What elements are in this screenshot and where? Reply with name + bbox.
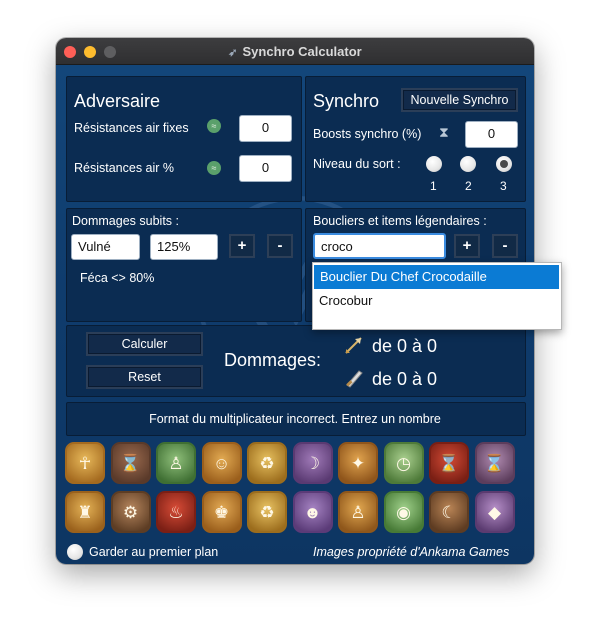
window-title: Synchro Calculator [242, 44, 362, 59]
hourglass-red-glyph: ⌛ [438, 454, 460, 473]
damage-percent-input[interactable]: 125% [150, 234, 218, 260]
crystal-glyph: ◆ [487, 503, 502, 522]
window-title-wrap: ➶ Synchro Calculator [56, 44, 534, 59]
recycle-tile-icon-2[interactable]: ♻ [247, 491, 287, 533]
spell-level-label: Niveau du sort : [313, 157, 401, 171]
suggestion-item[interactable]: Bouclier Du Chef Crocodaille [314, 265, 559, 289]
crystal-tile-icon[interactable]: ◆ [474, 491, 515, 533]
ranged-damage-result: de 0 à 0 [372, 336, 438, 356]
damages-taken-label: Dommages subits : [72, 214, 179, 228]
new-synchro-button[interactable]: Nouvelle Synchro [401, 88, 518, 112]
dash-glyph: ☽ [304, 454, 321, 473]
air-element-icon-2: ≈ [207, 161, 221, 175]
app-icon: ➶ [228, 47, 238, 59]
hourglass-glyph: ⌛ [119, 454, 142, 473]
figure-2-glyph: ♙ [350, 503, 366, 522]
adversaire-heading: Adversaire [74, 91, 161, 111]
person-tile-icon[interactable]: ♙ [156, 442, 196, 484]
shield-suggestions-dropdown: Bouclier Du Chef Crocodaille Crocobur [312, 262, 562, 330]
orb-glyph: ◉ [396, 503, 411, 522]
moon-glyph: ☾ [441, 503, 457, 522]
level-2-radio[interactable] [460, 156, 476, 172]
figure-glyph: ☺ [212, 454, 231, 473]
sword-icon [346, 370, 363, 388]
level-1-label: 1 [430, 179, 437, 193]
recycle-2-glyph: ♻ [259, 503, 275, 522]
title-bar: ➶ Synchro Calculator [56, 38, 534, 65]
calculate-button[interactable]: Calculer [86, 332, 203, 356]
damage-type-input[interactable]: Vulné [71, 234, 140, 260]
damage-entry[interactable]: Féca <> 80% [80, 271, 154, 285]
gear-tile-icon[interactable]: ⚙ [110, 491, 151, 533]
figure-pair-tile-icon[interactable]: ♚ [201, 491, 242, 533]
fixed-resistance-input[interactable]: 0 [239, 115, 292, 142]
hourglass-purple-tile-icon[interactable]: ⌛ [474, 442, 515, 484]
level-1-radio[interactable] [426, 156, 442, 172]
reset-button[interactable]: Reset [86, 365, 203, 389]
sword-glyph: ☥ [78, 454, 92, 473]
percent-resistance-label: Résistances air % [74, 161, 175, 175]
shields-label: Boucliers et items légendaires : [313, 214, 487, 228]
recycle-tile-icon[interactable]: ♻ [247, 442, 287, 484]
fixed-resistance-label: Résistances air fixes [74, 121, 189, 135]
hourglass-tile-icon[interactable]: ⌛ [110, 442, 151, 484]
keep-on-top-label[interactable]: Garder au premier plan [89, 545, 218, 559]
remove-shield-button[interactable]: - [492, 234, 518, 258]
clock-tile-icon[interactable]: ◷ [383, 442, 424, 484]
percent-resistance-input[interactable]: 0 [239, 155, 292, 182]
orb-tile-icon[interactable]: ◉ [383, 491, 424, 533]
level-2-label: 2 [465, 179, 472, 193]
figure-pair-glyph: ♚ [213, 503, 230, 522]
wing-glyph: ✦ [350, 454, 366, 473]
melee-damage-result: de 0 à 0 [372, 369, 438, 389]
credits-text: Images propriété d'Ankama Games [313, 545, 510, 559]
air-element-icon: ≈ [207, 119, 221, 133]
statue-glyph: ♜ [77, 503, 93, 522]
mask-glyph: ☻ [303, 503, 322, 522]
level-3-label: 3 [500, 179, 507, 193]
synchro-heading: Synchro [313, 91, 380, 111]
moon-tile-icon[interactable]: ☾ [429, 491, 469, 533]
damages-result-label: Dommages: [224, 350, 322, 370]
recycle-glyph: ♻ [259, 454, 275, 473]
dash-tile-icon[interactable]: ☽ [292, 442, 333, 484]
person-glyph: ♙ [168, 454, 184, 473]
gear-glyph: ⚙ [122, 503, 139, 522]
keep-on-top-radio[interactable] [67, 544, 83, 560]
remove-damage-button[interactable]: - [267, 234, 293, 258]
shield-search-input[interactable]: croco [313, 233, 446, 259]
hourglass-purple-glyph: ⌛ [483, 454, 506, 473]
hourglass-red-tile-icon[interactable]: ⌛ [429, 442, 469, 484]
suggestion-item[interactable]: Crocobur [313, 289, 559, 313]
glyph-red-tile-icon[interactable]: ♨ [156, 491, 196, 533]
statue-tile-icon[interactable]: ♜ [65, 491, 105, 533]
status-message: Format du multiplicateur incorrect. Entr… [149, 412, 441, 426]
synchro-clock-icon: ⧗ [439, 124, 449, 140]
clock-glyph: ◷ [396, 454, 411, 473]
add-shield-button[interactable]: + [454, 234, 480, 258]
figure-tile-icon-2[interactable]: ♙ [338, 491, 378, 533]
add-damage-button[interactable]: + [229, 234, 255, 258]
mask-tile-icon[interactable]: ☻ [292, 491, 333, 533]
synchro-boosts-input[interactable]: 0 [465, 121, 518, 148]
arrow-icon [345, 337, 362, 354]
glyph-red-glyph: ♨ [168, 503, 184, 522]
sword-tile-icon[interactable]: ☥ [65, 442, 105, 484]
level-3-radio[interactable] [496, 156, 512, 172]
wing-tile-icon[interactable]: ✦ [338, 442, 378, 484]
figure-tile-icon[interactable]: ☺ [201, 442, 242, 484]
synchro-boosts-label: Boosts synchro (%) [313, 127, 422, 141]
